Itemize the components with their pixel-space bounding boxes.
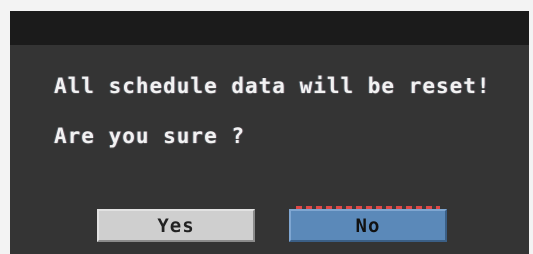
confirmation-question: Are you sure ? [54,124,246,148]
reset-warning-message: All schedule data will be reset! [54,74,491,98]
screen-frame: All schedule data will be reset! Are you… [0,0,533,254]
yes-button[interactable]: Yes [97,209,255,242]
dialog-title-bar [10,11,529,45]
no-button[interactable]: No [289,209,447,242]
reset-confirmation-dialog: All schedule data will be reset! Are you… [10,11,529,254]
